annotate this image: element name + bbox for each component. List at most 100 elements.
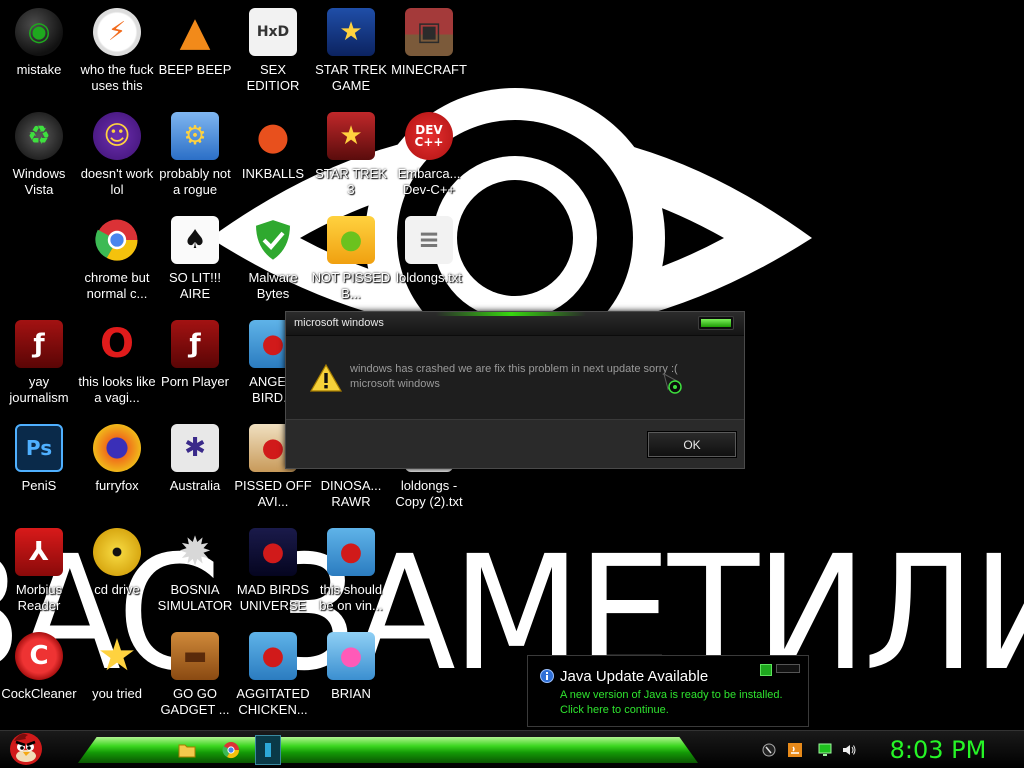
desktop-icon[interactable]: ☺ doesn't work lol: [78, 108, 156, 210]
taskbar-app-button[interactable]: [255, 735, 281, 765]
recycle-bin-icon: ♻: [15, 112, 63, 160]
java-update-balloon[interactable]: Java Update Available A new version of J…: [527, 655, 809, 727]
balloon-close-button[interactable]: [776, 664, 800, 673]
desktop-icon[interactable]: ● this should be on vin...: [312, 524, 390, 626]
desktop-icon[interactable]: DEV C++ Embarca... Dev-C++: [390, 108, 468, 210]
shield-icon: [249, 216, 297, 264]
desktop-icon-label: PeniS: [21, 478, 57, 493]
desktop-icon-label: yay journalism: [9, 374, 69, 405]
desktop-icon-label: Windows Vista: [12, 166, 66, 197]
taskbar-chrome-button[interactable]: [218, 736, 244, 764]
yahoo-messenger-icon: ☺: [93, 112, 141, 160]
volume-icon: [843, 745, 856, 755]
desktop-icon[interactable]: ● MAD BIRDS UNIVERSE: [234, 524, 312, 626]
desktop-icon[interactable]: ▲ BEEP BEEP: [156, 4, 234, 106]
minecraft-icon: ▣: [405, 8, 453, 56]
desktop-icon[interactable]: Ps PeniS: [0, 420, 78, 522]
firefox-icon: [93, 424, 141, 472]
folder-icon: [178, 744, 196, 758]
balloon-link[interactable]: Click here to continue.: [560, 704, 669, 716]
mouse-cursor-icon: [663, 373, 682, 394]
desktop-icon[interactable]: HxD SEX EDITIOR: [234, 4, 312, 106]
desktop-icon-label: PISSED OFF AVI...: [234, 478, 312, 509]
desktop-icon-label: probably not a rogue: [159, 166, 231, 197]
balloon-pin-icon[interactable]: [760, 664, 772, 676]
desktop-icon[interactable]: C CockCleaner: [0, 628, 78, 730]
taskbar-clock[interactable]: 8:03 PM: [880, 735, 996, 765]
desktop-icon[interactable]: ▣ MINECRAFT: [390, 4, 468, 106]
minesweeper-icon: ✹: [178, 529, 212, 575]
desktop-icon[interactable]: ≡ loldongs.txt: [390, 212, 468, 314]
desktop-icon[interactable]: ⅄ Morbius Reader: [0, 524, 78, 626]
desktop-icon[interactable]: ♠ SO LIT!!! AIRE: [156, 212, 234, 314]
desktop-icon[interactable]: ⚡ who the fuck uses this: [78, 4, 156, 106]
chrome-icon: [93, 216, 141, 264]
desktop-icon[interactable]: Othis looks like a vagi...: [78, 316, 156, 418]
desktop-icon-label: SEX EDITIOR: [246, 62, 300, 93]
bad-piggies-icon: ●: [327, 216, 375, 264]
warning-icon: [310, 364, 342, 392]
desktop-icon-label: GO GO GADGET ...: [160, 686, 230, 717]
taskbar-band: [78, 737, 698, 763]
desktop-icon-label: mistake: [16, 62, 62, 77]
tray-network[interactable]: [816, 741, 834, 759]
tray-java[interactable]: [786, 741, 804, 759]
desktop-icon[interactable]: ★ STAR TREK GAME: [312, 4, 390, 106]
desktop-icon[interactable]: ★ you tried: [78, 628, 156, 730]
desktop-icon[interactable]: ▬ GO GO GADGET ...: [156, 628, 234, 730]
desktop-icon[interactable]: ● INKBALLS: [234, 108, 312, 210]
task-manager-icon: [762, 743, 776, 757]
desktop-icon[interactable]: ♻ Windows Vista: [0, 108, 78, 210]
start-button[interactable]: [6, 727, 46, 767]
desktop-icon[interactable]: furryfox: [78, 420, 156, 522]
desktop-icon-label: BOSNIA SIMULATOR: [157, 582, 233, 613]
desktop-icon[interactable]: ⚙ probably not a rogue: [156, 108, 234, 210]
desktop-icon-label: who the fuck uses this: [80, 62, 154, 93]
desktop-icon-label: Embarca... Dev-C++: [397, 166, 461, 197]
desktop-icon-label: chrome but normal c...: [84, 270, 150, 301]
tray-volume[interactable]: [840, 741, 858, 759]
desktop-icon-label: Morbius Reader: [15, 582, 63, 613]
dialog-titlebar[interactable]: microsoft windows: [286, 312, 744, 336]
close-button[interactable]: [698, 316, 734, 330]
desktop-icon-label: cd drive: [94, 582, 140, 597]
chrome-icon: [222, 742, 240, 759]
desktop-icon[interactable]: ● BRIAN: [312, 628, 390, 730]
angry-birds-rio-icon: ●: [249, 632, 297, 680]
star-wars-3-icon: ★: [327, 112, 375, 160]
desktop-icon-label: Porn Player: [161, 374, 229, 389]
desktop-icon-label: Australia: [169, 478, 221, 493]
desktop-icon[interactable]: ◉ mistake: [0, 4, 78, 106]
gears-monitor-icon: ⚙: [171, 112, 219, 160]
info-icon: [540, 669, 554, 683]
cd-icon: [93, 528, 141, 576]
desktop-icon[interactable]: ✹ BOSNIA SIMULATOR: [156, 524, 234, 626]
desktop-icon[interactable]: ● NOT PISSED B...: [312, 212, 390, 314]
desktop-icon[interactable]: ★ STAR TREK 3: [312, 108, 390, 210]
angry-birds-stella-icon: ●: [327, 632, 375, 680]
balloon-message[interactable]: A new version of Java is ready to be ins…: [560, 689, 783, 701]
desktop-icon[interactable]: Malware Bytes: [234, 212, 312, 314]
ok-button[interactable]: OK: [647, 431, 737, 458]
desktop-icon[interactable]: ƒ Porn Player: [156, 316, 234, 418]
desktop-icon-label: loldongs - Copy (2).txt: [395, 478, 463, 509]
desktop-icon[interactable]: ● AGGITATED CHICKEN...: [234, 628, 312, 730]
desktop-icon-label: STAR TREK GAME: [315, 62, 387, 93]
flash-player-icon: ƒ: [171, 320, 219, 368]
desktop-icon[interactable]: cd drive: [78, 524, 156, 626]
tray-task-manager[interactable]: [760, 741, 778, 759]
desktop-icon[interactable]: ✱ Australia: [156, 420, 234, 522]
desktop-icon-label: INKBALLS: [241, 166, 305, 181]
desktop-icon-label: MINECRAFT: [391, 62, 467, 77]
java-icon: [788, 743, 802, 757]
angry-birds-space-icon: ●: [249, 528, 297, 576]
taskbar-folder-button[interactable]: [174, 736, 200, 764]
vlc-cone-icon: ▲: [179, 9, 211, 55]
network-icon: [818, 743, 832, 756]
balloon-title: Java Update Available: [560, 668, 709, 685]
desktop-icon[interactable]: ƒ yay journalism: [0, 316, 78, 418]
desktop-icon-label: AGGITATED CHICKEN...: [236, 686, 310, 717]
acrobat-icon: ⅄: [15, 528, 63, 576]
desktop-icon-label: BEEP BEEP: [158, 62, 232, 77]
desktop-icon[interactable]: chrome but normal c...: [78, 212, 156, 314]
